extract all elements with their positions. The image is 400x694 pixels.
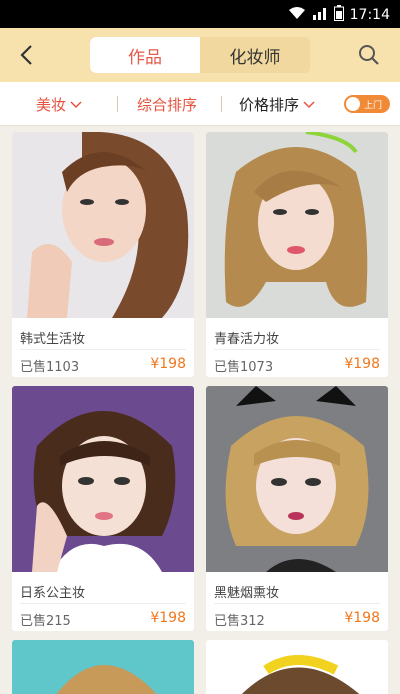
filter-divider (221, 96, 222, 112)
product-photo (12, 640, 194, 694)
toggle-label: 上门 (364, 100, 383, 111)
category-filter-label: 美妆 (36, 96, 67, 114)
card-divider (214, 603, 380, 604)
product-photo (206, 386, 388, 572)
signal-icon (312, 6, 328, 24)
product-photo (12, 132, 194, 318)
product-name: 日系公主妆 (20, 586, 86, 601)
category-filter[interactable]: 美妆 (36, 94, 82, 115)
home-service-toggle[interactable]: 上门 (344, 95, 390, 113)
chevron-left-icon (20, 45, 32, 65)
chevron-down-icon (70, 100, 82, 108)
wifi-icon (288, 6, 306, 24)
clock: 17:14 (349, 7, 390, 23)
product-card[interactable] (12, 640, 194, 694)
product-card[interactable]: 黑魅烟熏妆 已售312 ¥198 (206, 386, 388, 631)
chevron-down-icon (303, 100, 315, 108)
product-price: ¥198 (344, 610, 380, 626)
search-button[interactable] (352, 38, 386, 72)
product-photo (206, 640, 388, 694)
product-photo (206, 132, 388, 318)
filter-bar: 美妆 综合排序 价格排序 上门 (0, 82, 400, 126)
top-header: 作品 化妆师 (0, 28, 400, 82)
tab-works[interactable]: 作品 (90, 37, 200, 73)
product-price: ¥198 (344, 356, 380, 372)
product-card[interactable]: 青春活力妆 已售1073 ¥198 (206, 132, 388, 377)
card-divider (214, 349, 380, 350)
product-card[interactable] (206, 640, 388, 694)
card-divider (20, 603, 186, 604)
status-bar: 17:14 (0, 0, 400, 28)
sort-price-filter[interactable]: 价格排序 (239, 94, 315, 115)
sort-overall-filter[interactable]: 综合排序 (137, 94, 197, 115)
filter-divider (117, 96, 118, 112)
sort-overall-label: 综合排序 (137, 96, 198, 114)
sold-count: 已售1103 (20, 360, 80, 375)
card-divider (20, 349, 186, 350)
toggle-knob (346, 97, 360, 111)
product-price: ¥198 (150, 356, 186, 372)
sold-count: 已售1073 (214, 360, 274, 375)
product-name: 韩式生活妆 (20, 332, 86, 347)
battery-icon (333, 5, 344, 25)
back-button[interactable] (10, 38, 44, 72)
sold-count: 已售312 (214, 614, 265, 629)
product-photo (12, 386, 194, 572)
view-switch: 作品 化妆师 (90, 37, 310, 73)
product-name: 青春活力妆 (214, 332, 280, 347)
tab-makeup-artist[interactable]: 化妆师 (200, 37, 310, 73)
product-card[interactable]: 韩式生活妆 已售1103 ¥198 (12, 132, 194, 377)
search-icon (359, 45, 379, 65)
product-price: ¥198 (150, 610, 186, 626)
status-icons: 17:14 (288, 5, 390, 25)
sold-count: 已售215 (20, 614, 71, 629)
product-card[interactable]: 日系公主妆 已售215 ¥198 (12, 386, 194, 631)
product-name: 黑魅烟熏妆 (214, 586, 280, 601)
sort-price-label: 价格排序 (239, 96, 300, 114)
